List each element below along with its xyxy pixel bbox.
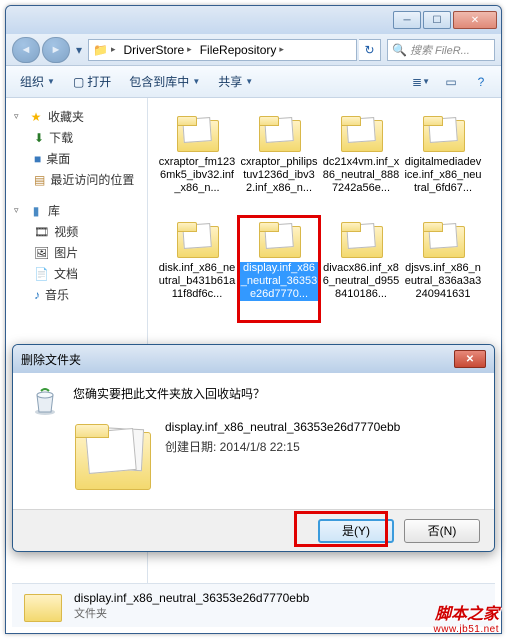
folder-item[interactable]: djsvs.inf_x86_neutral_836a3a3240941631 (402, 216, 484, 322)
organize-menu[interactable]: 组织▼ (14, 70, 61, 93)
details-pane: display.inf_x86_neutral_36353e26d7770ebb… (12, 583, 495, 627)
search-placeholder: 搜索 FileR... (410, 42, 470, 58)
breadcrumb-seg[interactable]: DriverStore (123, 43, 184, 57)
folder-label: cxraptor_philipstuv1236d_ibv32.inf_x86_n… (240, 156, 318, 195)
folder-icon (22, 588, 64, 624)
open-icon: ▢ (73, 75, 84, 89)
folder-label: disk.inf_x86_neutral_b431b61a11f8df6c... (158, 262, 236, 301)
folder-icon (173, 114, 221, 154)
music-icon: ♪ (34, 288, 40, 302)
folder-icon (419, 220, 467, 260)
folder-icon (337, 114, 385, 154)
share-menu[interactable]: 共享▼ (212, 70, 259, 93)
video-icon: 🎞 (34, 225, 49, 239)
help-button[interactable]: ? (469, 71, 493, 93)
document-icon: 📄 (34, 267, 49, 281)
folder-icon (255, 114, 303, 154)
folder-item[interactable]: display.inf_x86_neutral_36353e26d7770... (238, 216, 320, 322)
search-icon: 🔍 (392, 43, 407, 57)
watermark: 脚本之家 www.jb51.net (434, 600, 499, 635)
dialog-footer: 是(Y) 否(N) (13, 509, 494, 551)
favorites-header[interactable]: ▿★收藏夹 (6, 106, 147, 127)
folder-icon (173, 220, 221, 260)
dialog-filename: display.inf_x86_neutral_36353e26d7770ebb (165, 420, 400, 434)
breadcrumb-seg[interactable]: FileRepository (200, 43, 277, 57)
search-box[interactable]: 🔍 搜索 FileR... (387, 39, 495, 61)
close-button[interactable]: ✕ (453, 11, 497, 29)
selected-name: display.inf_x86_neutral_36353e26d7770ebb (74, 591, 309, 605)
yes-button[interactable]: 是(Y) (318, 519, 394, 543)
dialog-title: 删除文件夹 (21, 351, 81, 368)
folder-item[interactable]: dc21x4vm.inf_x86_neutral_8887242a56e... (320, 110, 402, 216)
sidebar-item-documents[interactable]: 📄文档 (6, 263, 147, 284)
folder-item[interactable]: divacx86.inf_x86_neutral_d9558410186... (320, 216, 402, 322)
folder-label: display.inf_x86_neutral_36353e26d7770... (240, 262, 318, 301)
folder-icon (255, 220, 303, 260)
folder-icon: 📁 (93, 43, 108, 57)
folder-label: dc21x4vm.inf_x86_neutral_8887242a56e... (322, 156, 400, 195)
folder-item[interactable]: disk.inf_x86_neutral_b431b61a11f8df6c... (156, 216, 238, 322)
star-icon: ★ (28, 109, 44, 125)
folder-label: cxraptor_fm1236mk5_ibv32.inf_x86_n... (158, 156, 236, 195)
libraries-header[interactable]: ▿▮库 (6, 200, 147, 221)
dialog-date: 创建日期: 2014/1/8 22:15 (165, 438, 400, 455)
picture-icon: 🖼 (34, 246, 49, 260)
sidebar-item-music[interactable]: ♪音乐 (6, 284, 147, 305)
maximize-button[interactable]: ☐ (423, 11, 451, 29)
folder-icon (419, 114, 467, 154)
address-box[interactable]: 📁▸ DriverStore▸ FileRepository▸ (88, 39, 357, 61)
library-icon: ▮ (28, 203, 44, 219)
address-bar: ◄ ► ▾ 📁▸ DriverStore▸ FileRepository▸ ↻ … (6, 34, 501, 66)
nav-history-dropdown[interactable]: ▾ (72, 37, 86, 63)
folder-label: digitalmediadevice.inf_x86_neutral_6fd67… (404, 156, 482, 195)
dialog-close-button[interactable]: ✕ (454, 350, 486, 368)
forward-button[interactable]: ► (42, 37, 70, 63)
sidebar-item-downloads[interactable]: ⬇下载 (6, 127, 147, 148)
titlebar: ─ ☐ ✕ (6, 6, 501, 34)
delete-confirm-dialog: 删除文件夹 ✕ 您确实要把此文件夹放入回收站吗？ display.inf_x86… (12, 344, 495, 552)
sidebar-item-pictures[interactable]: 🖼图片 (6, 242, 147, 263)
selected-type: 文件夹 (74, 605, 309, 621)
toolbar: 组织▼ ▢打开 包含到库中▼ 共享▼ ≣▼ ▭ ? (6, 66, 501, 98)
sidebar-item-videos[interactable]: 🎞视频 (6, 221, 147, 242)
folder-item[interactable]: cxraptor_philipstuv1236d_ibv32.inf_x86_n… (238, 110, 320, 216)
dialog-titlebar: 删除文件夹 ✕ (13, 345, 494, 373)
sidebar-item-desktop[interactable]: ■桌面 (6, 148, 147, 169)
sidebar-item-recent[interactable]: ▤最近访问的位置 (6, 169, 147, 190)
folder-item[interactable]: digitalmediadevice.inf_x86_neutral_6fd67… (402, 110, 484, 216)
view-options-button[interactable]: ≣▼ (409, 71, 433, 93)
recycle-bin-icon (29, 385, 61, 417)
folder-preview-icon (73, 420, 153, 490)
open-button[interactable]: ▢打开 (67, 70, 117, 93)
folder-item[interactable]: cxraptor_fm1236mk5_ibv32.inf_x86_n... (156, 110, 238, 216)
folder-label: djsvs.inf_x86_neutral_836a3a3240941631 (404, 262, 482, 301)
desktop-icon: ■ (34, 152, 41, 166)
preview-pane-button[interactable]: ▭ (439, 71, 463, 93)
recent-icon: ▤ (34, 173, 45, 187)
back-button[interactable]: ◄ (12, 37, 40, 63)
no-button[interactable]: 否(N) (404, 519, 480, 543)
refresh-button[interactable]: ↻ (359, 39, 381, 61)
download-icon: ⬇ (34, 131, 44, 145)
folder-icon (337, 220, 385, 260)
folder-label: divacx86.inf_x86_neutral_d9558410186... (322, 262, 400, 301)
minimize-button[interactable]: ─ (393, 11, 421, 29)
include-menu[interactable]: 包含到库中▼ (123, 70, 206, 93)
dialog-question: 您确实要把此文件夹放入回收站吗？ (73, 385, 478, 402)
